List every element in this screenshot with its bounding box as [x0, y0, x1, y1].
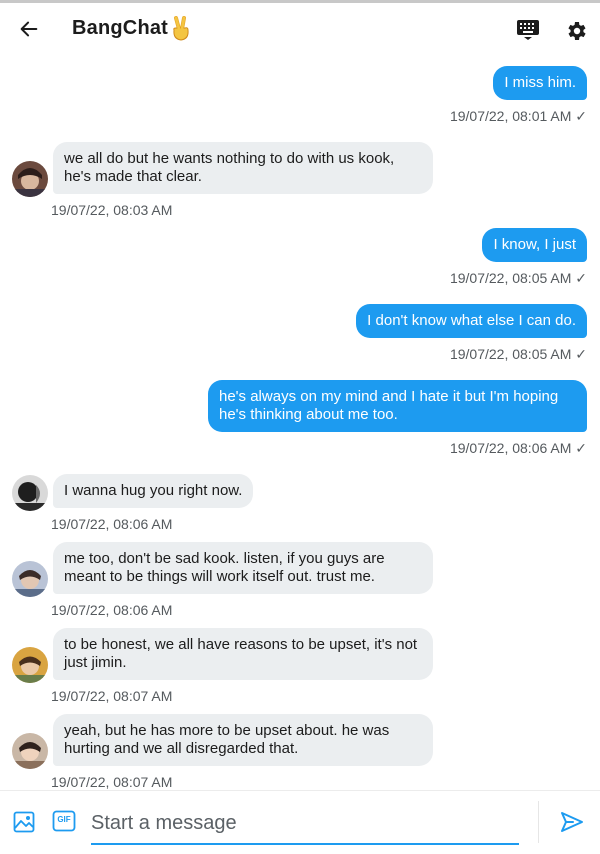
message-timestamp: 19/07/22, 08:01 AM ✓	[449, 108, 587, 124]
message-bubble-incoming[interactable]: yeah, but he has more to be upset about.…	[53, 714, 433, 766]
avatar[interactable]	[12, 475, 48, 511]
message-timestamp: 19/07/22, 08:05 AM ✓	[449, 270, 587, 286]
message-timestamp: 19/07/22, 08:06 AM	[51, 516, 173, 532]
gif-icon[interactable]: GIF	[52, 810, 76, 832]
gear-icon[interactable]	[564, 19, 588, 43]
chat-header: BangChat	[0, 3, 600, 55]
image-icon[interactable]	[13, 811, 35, 833]
message-bubble-outgoing[interactable]: he's always on my mind and I hate it but…	[208, 380, 587, 432]
arrow-left-icon	[20, 21, 38, 37]
message-timestamp: 19/07/22, 08:05 AM ✓	[449, 346, 587, 362]
message-timestamp: 19/07/22, 08:07 AM	[51, 774, 173, 790]
avatar[interactable]	[12, 561, 48, 597]
message-timestamp: 19/07/22, 08:06 AM ✓	[449, 440, 587, 456]
message-timestamp: 19/07/22, 08:03 AM	[51, 202, 173, 218]
message-bubble-incoming[interactable]: we all do but he wants nothing to do wit…	[53, 142, 433, 194]
message-bubble-incoming[interactable]: me too, don't be sad kook. listen, if yo…	[53, 542, 433, 594]
message-bubble-outgoing[interactable]: I miss him.	[493, 66, 587, 100]
keyboard-icon[interactable]	[516, 19, 540, 41]
composer-divider	[538, 801, 539, 843]
back-button[interactable]	[15, 15, 43, 43]
message-bubble-outgoing[interactable]: I know, I just	[482, 228, 587, 262]
gif-label: GIF	[57, 815, 71, 824]
message-timestamp: 19/07/22, 08:07 AM	[51, 688, 173, 704]
message-bubble-incoming[interactable]: to be honest, we all have reasons to be …	[53, 628, 433, 680]
send-icon[interactable]	[559, 809, 585, 835]
message-bubble-incoming[interactable]: I wanna hug you right now.	[53, 474, 254, 508]
message-composer: GIF	[0, 790, 600, 854]
avatar[interactable]	[12, 647, 48, 683]
victory-hand-emoji	[173, 16, 189, 41]
message-timestamp: 19/07/22, 08:06 AM	[51, 602, 173, 618]
page-title: BangChat	[72, 17, 169, 39]
message-bubble-outgoing[interactable]: I don't know what else I can do.	[356, 304, 587, 338]
avatar[interactable]	[12, 733, 48, 769]
avatar[interactable]	[12, 161, 48, 197]
message-input[interactable]	[91, 803, 519, 845]
message-list[interactable]: I miss him. 19/07/22, 08:01 AM ✓ we all …	[0, 55, 600, 790]
